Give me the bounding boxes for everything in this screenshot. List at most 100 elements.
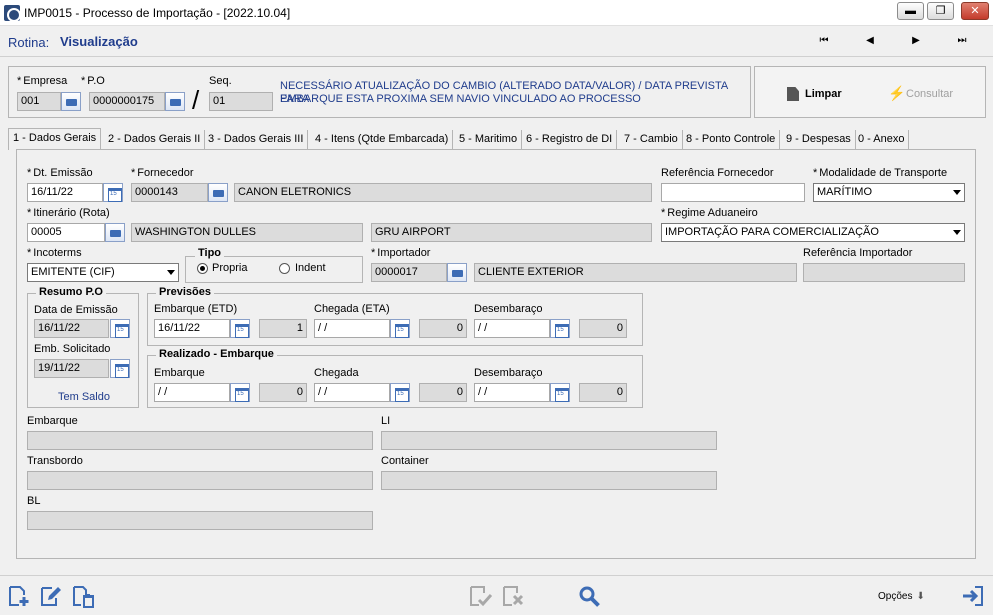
container-field bbox=[381, 471, 717, 490]
li-label: LI bbox=[381, 415, 391, 427]
seq-field[interactable]: 01 bbox=[209, 92, 273, 111]
prev-desembaraco-count: 0 bbox=[579, 319, 627, 338]
itinerario-lookup-icon[interactable] bbox=[105, 223, 125, 242]
ref-fornecedor-label: Referência Fornecedor bbox=[661, 167, 774, 179]
real-chegada-count: 0 bbox=[419, 383, 467, 402]
first-record-button[interactable]: ⏮ bbox=[812, 33, 836, 49]
prev-chegada-label: Chegada (ETA) bbox=[314, 303, 390, 315]
tipo-indent-label[interactable]: Indent bbox=[295, 262, 326, 274]
importador-code-field[interactable]: 0000017 bbox=[371, 263, 447, 282]
regime-select[interactable]: IMPORTAÇÃO PARA COMERCIALIZAÇÃO bbox=[661, 223, 965, 242]
chevron-down-icon bbox=[953, 230, 961, 235]
embarque-field bbox=[27, 431, 373, 450]
incoterms-select[interactable]: EMITENTE (CIF) bbox=[27, 263, 179, 282]
prev-desembaraco-field[interactable]: / / bbox=[474, 319, 550, 338]
real-embarque-calendar-icon[interactable] bbox=[230, 383, 250, 402]
prev-embarque-calendar-icon[interactable] bbox=[230, 319, 250, 338]
prev-embarque-field[interactable]: 16/11/22 bbox=[154, 319, 230, 338]
tab-itens[interactable]: 4 - Itens (Qtde Embarcada) bbox=[311, 130, 454, 149]
resumo-data-emissao-label: Data de Emissão bbox=[34, 304, 118, 316]
modalidade-select[interactable]: MARÍTIMO bbox=[813, 183, 965, 202]
prev-chegada-calendar-icon[interactable] bbox=[390, 319, 410, 338]
importador-lookup-icon[interactable] bbox=[447, 263, 467, 282]
fornecedor-label: * Fornecedor bbox=[131, 167, 194, 179]
search-icon[interactable] bbox=[578, 585, 602, 609]
tab-despesas[interactable]: 9 - Despesas bbox=[782, 130, 856, 149]
dt-emissao-calendar-icon[interactable] bbox=[103, 183, 123, 202]
prev-chegada-field[interactable]: / / bbox=[314, 319, 390, 338]
realizado-title: Realizado - Embarque bbox=[156, 348, 277, 360]
opcoes-label: Opções bbox=[878, 591, 913, 602]
real-desembaraco-calendar-icon[interactable] bbox=[550, 383, 570, 402]
transbordo-field bbox=[27, 471, 373, 490]
delete-record-icon[interactable] bbox=[72, 584, 96, 608]
regime-value: IMPORTAÇÃO PARA COMERCIALIZAÇÃO bbox=[665, 226, 879, 238]
itinerario-destino-field: GRU AIRPORT bbox=[371, 223, 652, 242]
prev-desembaraco-calendar-icon[interactable] bbox=[550, 319, 570, 338]
restore-button[interactable]: ❐ bbox=[927, 2, 954, 20]
fornecedor-lookup-icon[interactable] bbox=[208, 183, 228, 202]
prev-record-button[interactable]: ◀ bbox=[858, 33, 882, 49]
itinerario-code-field[interactable]: 00005 bbox=[27, 223, 105, 242]
chevron-down-icon bbox=[953, 190, 961, 195]
prev-embarque-label: Embarque (ETD) bbox=[154, 303, 238, 315]
actions-panel: Limpar ⚡ Consultar bbox=[754, 66, 986, 118]
limpar-button[interactable]: Limpar bbox=[805, 88, 842, 100]
opcoes-button[interactable]: Opções ⬇ bbox=[878, 591, 925, 602]
dt-emissao-field[interactable]: 16/11/22 bbox=[27, 183, 103, 202]
tab-dados-gerais-ii[interactable]: 2 - Dados Gerais II bbox=[104, 130, 206, 149]
importador-name-field: CLIENTE EXTERIOR bbox=[474, 263, 797, 282]
exit-icon[interactable] bbox=[961, 584, 985, 608]
embarque-label: Embarque bbox=[27, 415, 78, 427]
confirm-record-icon[interactable] bbox=[468, 584, 492, 608]
add-record-icon[interactable] bbox=[7, 584, 31, 608]
ref-fornecedor-field[interactable] bbox=[661, 183, 805, 202]
empresa-lookup-icon[interactable] bbox=[61, 92, 81, 111]
tab-dados-gerais-iii[interactable]: 3 - Dados Gerais III bbox=[204, 130, 309, 149]
real-chegada-label: Chegada bbox=[314, 367, 359, 379]
prev-embarque-count: 1 bbox=[259, 319, 307, 338]
importador-label: * Importador bbox=[371, 247, 431, 259]
tab-anexo[interactable]: 0 - Anexo bbox=[854, 130, 910, 149]
bl-field bbox=[27, 511, 373, 530]
tipo-label: Tipo bbox=[195, 247, 225, 259]
po-field[interactable]: 0000000175 bbox=[89, 92, 165, 111]
modalidade-label: * Modalidade de Transporte bbox=[813, 167, 948, 179]
real-chegada-calendar-icon[interactable] bbox=[390, 383, 410, 402]
empresa-field[interactable]: 001 bbox=[17, 92, 61, 111]
lightning-icon: ⚡ bbox=[888, 85, 906, 101]
previsoes-title: Previsões bbox=[156, 286, 214, 298]
saldo-status: Tem Saldo bbox=[58, 391, 110, 403]
real-chegada-field[interactable]: / / bbox=[314, 383, 390, 402]
tipo-propria-label[interactable]: Propria bbox=[212, 262, 247, 274]
tab-ponto-controle[interactable]: 8 - Ponto Controle bbox=[682, 130, 781, 149]
tab-cambio[interactable]: 7 - Cambio bbox=[620, 130, 683, 149]
po-lookup-icon[interactable] bbox=[165, 92, 185, 111]
po-label: * P.O bbox=[81, 75, 105, 87]
cancel-record-icon[interactable] bbox=[501, 584, 525, 608]
resumo-emb-solicitado-field: 19/11/22 bbox=[34, 359, 109, 378]
regime-label: * Regime Aduaneiro bbox=[661, 207, 758, 219]
modalidade-value: MARÍTIMO bbox=[817, 186, 872, 198]
minimize-button[interactable]: ▬ bbox=[897, 2, 924, 20]
tab-dados-gerais[interactable]: 1 - Dados Gerais bbox=[8, 128, 102, 150]
dt-emissao-label: * Dt. Emissão bbox=[27, 167, 93, 179]
resumo-emb-solicitado-calendar-icon bbox=[110, 359, 130, 378]
fornecedor-code-field[interactable]: 0000143 bbox=[131, 183, 208, 202]
real-desembaraco-field[interactable]: / / bbox=[474, 383, 550, 402]
last-record-button[interactable]: ⏭ bbox=[950, 33, 974, 49]
chevron-down-icon bbox=[167, 270, 175, 275]
tipo-indent-radio[interactable] bbox=[279, 263, 290, 274]
close-button[interactable]: ✕ bbox=[961, 2, 989, 20]
real-embarque-label: Embarque bbox=[154, 367, 205, 379]
consultar-button[interactable]: Consultar bbox=[906, 88, 953, 100]
incoterms-label: * Incoterms bbox=[27, 247, 82, 259]
tipo-propria-radio[interactable] bbox=[197, 263, 208, 274]
real-embarque-field[interactable]: / / bbox=[154, 383, 230, 402]
warning-message-line2: EMBARQUE ESTA PROXIMA SEM NAVIO VINCULAD… bbox=[280, 93, 641, 105]
tab-maritimo[interactable]: 5 - Maritimo bbox=[455, 130, 523, 149]
edit-record-icon[interactable] bbox=[39, 584, 63, 608]
tab-registro-di[interactable]: 6 - Registro de DI bbox=[522, 130, 618, 149]
next-record-button[interactable]: ▶ bbox=[904, 33, 928, 49]
itinerario-label: * Itinerário (Rota) bbox=[27, 207, 110, 219]
